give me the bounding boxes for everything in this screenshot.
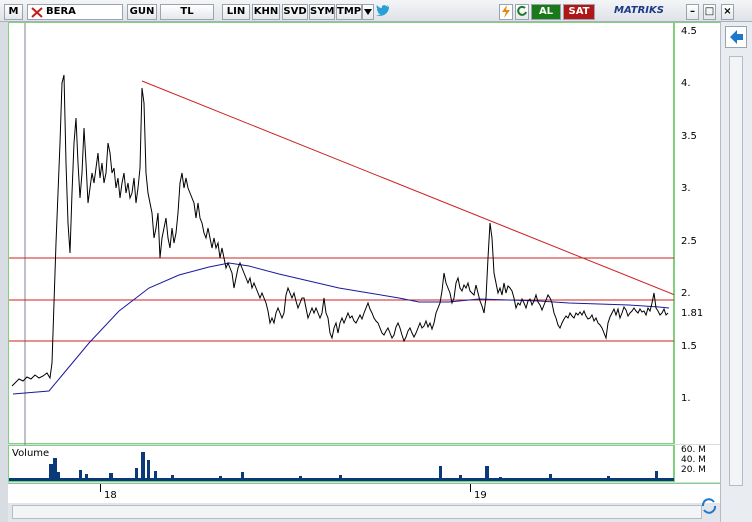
price-chart-panel[interactable]	[8, 22, 675, 445]
buy-button[interactable]: AL	[531, 4, 561, 20]
twitter-button[interactable]	[376, 4, 390, 20]
top-toolbar: M BERA GUN TL LIN KHN SVD SYM TMP AL SAT…	[0, 0, 752, 22]
symbol-overlay-button[interactable]: SYM	[309, 4, 335, 20]
price-tick: 3.	[681, 183, 691, 194]
volume-axis: 60. M 40. M 20. M	[674, 445, 720, 482]
minimize-button[interactable]: –	[686, 4, 699, 20]
time-tick: 19	[474, 490, 487, 501]
horizontal-scrollbar[interactable]	[12, 505, 702, 519]
volume-panel[interactable]	[8, 445, 675, 482]
vertical-scrollbar[interactable]	[729, 56, 743, 486]
template-dropdown-button[interactable]	[362, 4, 374, 20]
sync-button[interactable]	[700, 497, 718, 515]
maximize-button[interactable]: □	[703, 4, 716, 20]
price-tick: 2.5	[681, 236, 697, 247]
price-tick: 1.5	[681, 341, 697, 352]
brand-logo: MATRIKS	[614, 5, 664, 16]
time-axis: 18 19	[8, 483, 720, 503]
collapse-panel-button[interactable]	[725, 26, 747, 48]
scale-linear-button[interactable]: LIN	[222, 4, 250, 20]
price-chart[interactable]	[9, 23, 675, 445]
refresh-icon	[517, 5, 527, 16]
price-tick: 4.5	[681, 26, 697, 37]
template-button[interactable]: TMP	[336, 4, 362, 20]
price-tick: 4.	[681, 78, 691, 89]
time-tick-mark	[470, 484, 471, 492]
currency-button[interactable]: TL	[160, 4, 214, 20]
volume-tick: 60. M	[681, 445, 706, 455]
twitter-bird-icon	[376, 5, 389, 16]
price-line	[11, 74, 669, 387]
price-tick: 1.	[681, 393, 691, 404]
sell-button[interactable]: SAT	[563, 4, 595, 20]
volume-bars	[9, 452, 675, 481]
right-tool-strip	[720, 22, 752, 522]
close-button[interactable]: ×	[721, 4, 734, 20]
volume-toggle-button[interactable]: SVD	[282, 4, 308, 20]
price-axis: 4.5 4. 3.5 3. 2.5 2. 1.81 1.5 1.	[674, 22, 720, 444]
left-arrow-icon	[730, 30, 743, 44]
last-price-label: 1.81	[681, 308, 704, 319]
volume-tick: 20. M	[681, 465, 706, 475]
time-tick-mark	[100, 484, 101, 492]
lightning-icon	[502, 5, 510, 18]
chart-cross-icon	[31, 7, 43, 18]
dropdown-arrow-icon	[364, 9, 372, 15]
downtrend-line	[141, 80, 675, 296]
sync-icon	[701, 498, 717, 514]
candle-type-button[interactable]: KHN	[252, 4, 280, 20]
volume-label: Volume	[12, 448, 50, 459]
moving-average-line	[12, 262, 670, 395]
period-button[interactable]: GUN	[127, 4, 157, 20]
menu-button[interactable]: M	[4, 4, 23, 20]
lightning-button[interactable]	[499, 4, 513, 20]
price-tick: 3.5	[681, 131, 697, 142]
time-tick: 18	[104, 490, 117, 501]
volume-tick: 40. M	[681, 455, 706, 465]
price-tick: 2.	[681, 288, 691, 299]
refresh-button[interactable]	[515, 4, 529, 20]
